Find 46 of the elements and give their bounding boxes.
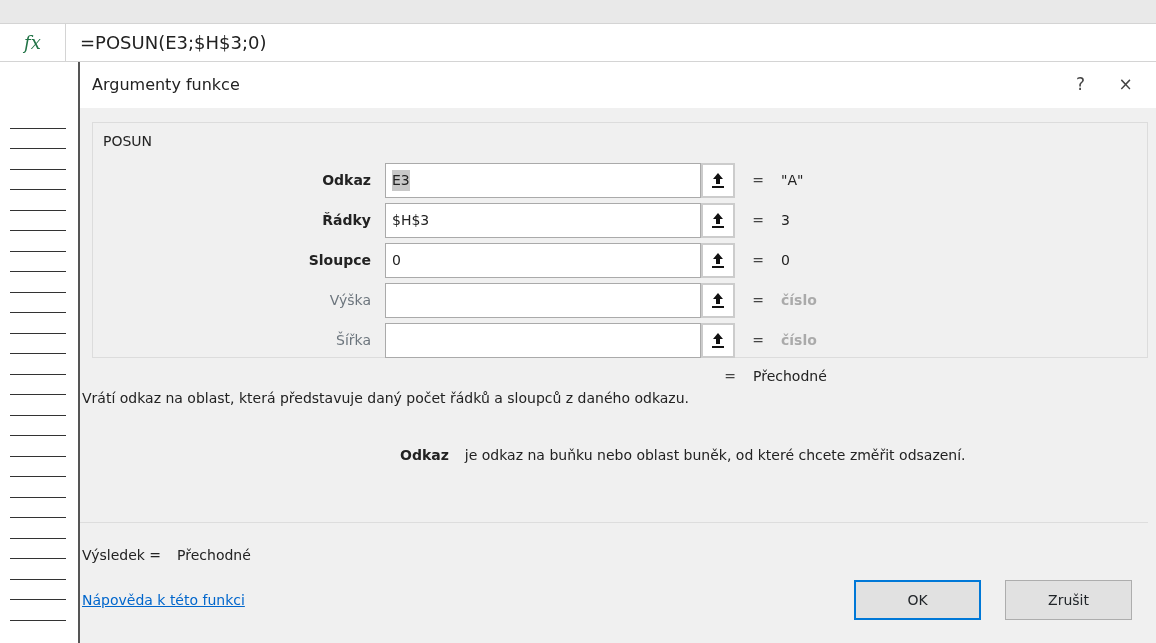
argument-value: 3 (781, 210, 790, 230)
equals-sign: = (751, 250, 765, 270)
input-field[interactable]: 0 (385, 242, 701, 278)
up-arrow-icon (712, 252, 724, 268)
up-arrow-icon (712, 332, 724, 348)
argument-label: Výška (328, 290, 372, 310)
help-link[interactable]: Nápověda k této funkci (82, 589, 854, 611)
argument-name: Odkaz (400, 446, 449, 465)
dialog-button[interactable]: OK (854, 580, 981, 620)
argument-value: číslo (781, 290, 817, 310)
function-icon[interactable]: fx (24, 29, 41, 56)
up-arrow-icon (712, 172, 724, 188)
dialog-title: Argumenty funkce (92, 74, 241, 96)
collapse-dialog-button[interactable] (701, 282, 735, 318)
argument-value: "A" (781, 170, 804, 190)
function-result: Přechodné (753, 367, 827, 386)
equals-sign: = (751, 210, 765, 230)
argument-value: číslo (781, 330, 817, 350)
argument-label: Šířka (335, 330, 372, 350)
equals-sign: = (751, 330, 765, 350)
collapse-dialog-button[interactable] (701, 202, 735, 238)
argument-help: je odkaz na buňku nebo oblast buněk, od které chcete změřit odsazení. (464, 446, 966, 465)
up-arrow-icon (712, 292, 724, 308)
input-field[interactable]: $H$3 (385, 202, 701, 238)
result-value: Přechodné (177, 546, 251, 565)
equals-sign: = (751, 170, 765, 190)
collapse-dialog-button[interactable] (701, 242, 735, 278)
input-field[interactable]: E3 (385, 162, 701, 198)
function-description: Vrátí odkaz na oblast, která představuje daný počet řádků a sloupců z daného odkazu. (82, 390, 689, 406)
argument-value: 0 (781, 250, 790, 270)
input-field[interactable] (385, 282, 701, 318)
argument-label: Odkaz (321, 170, 372, 190)
argument-label: Řádky (321, 210, 372, 230)
equals-sign: = (751, 290, 765, 310)
close-button[interactable]: × (1103, 72, 1148, 98)
input-field[interactable] (385, 322, 701, 358)
equals-sign: = (723, 367, 737, 386)
collapse-dialog-button[interactable] (701, 322, 735, 358)
argument-label: Sloupce (307, 250, 372, 270)
function-name: POSUN (103, 133, 153, 149)
collapse-dialog-button[interactable] (701, 162, 735, 198)
help-button[interactable]: ? (1058, 72, 1103, 98)
up-arrow-icon (712, 212, 724, 228)
formula-text: =POSUN(E3;$H$3;0) (79, 31, 267, 55)
result-label: Výsledek = (82, 546, 162, 565)
dialog-button[interactable]: Zrušit (1005, 580, 1132, 620)
